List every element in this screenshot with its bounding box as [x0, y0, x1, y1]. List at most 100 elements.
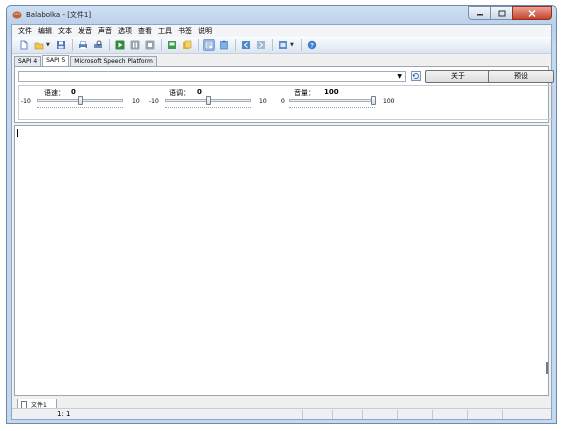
back-button[interactable]	[240, 39, 252, 51]
volume-value: 100	[324, 88, 339, 96]
rate-max-label: 10	[132, 98, 140, 105]
menu-bookmarks[interactable]: 书签	[175, 26, 195, 36]
status-divider	[502, 410, 503, 419]
pause-icon	[130, 40, 140, 50]
cursor-position: 1: 1	[57, 410, 71, 418]
save-audio-icon	[168, 41, 176, 49]
toolbar: ▼ ▼ ?	[12, 37, 551, 54]
volume-slider-thumb[interactable]	[371, 96, 376, 105]
pitch-max-label: 10	[259, 98, 267, 105]
menu-help[interactable]: 说明	[195, 26, 215, 36]
menu-pronunciation[interactable]: 发音	[75, 26, 95, 36]
stop-icon	[145, 40, 155, 50]
print-preview-icon	[94, 40, 102, 48]
pitch-slider-ticks	[165, 107, 251, 110]
selection-mode-button[interactable]	[203, 39, 215, 51]
play-icon	[115, 40, 125, 50]
voice-settings-panel: ▼ 关于 预设 语速： 0 -10 10 语调： 0 -10 10 音量： 10…	[14, 66, 554, 123]
print-icon	[79, 41, 87, 49]
open-dropdown-icon[interactable]: ▼	[46, 42, 52, 48]
volume-min-label: 0	[281, 98, 285, 105]
new-document-icon	[20, 40, 28, 50]
settings-button[interactable]	[277, 39, 289, 51]
parrot-app-icon	[12, 11, 22, 19]
chevron-down-icon: ▼	[397, 73, 402, 80]
title-bar[interactable]: Balabolka - [文件1]	[7, 6, 556, 23]
rate-value: 0	[71, 88, 76, 96]
text-caret	[17, 129, 18, 137]
vertical-scrollbar-grip[interactable]	[546, 362, 548, 374]
close-icon	[528, 9, 536, 17]
settings-dropdown-icon	[279, 41, 287, 49]
menu-text[interactable]: 文本	[55, 26, 75, 36]
rate-label: 语速：	[44, 89, 65, 97]
volume-slider[interactable]	[289, 99, 375, 102]
toolbar-separator	[161, 39, 162, 51]
selection-mode-icon	[204, 40, 214, 50]
help-button[interactable]: ?	[306, 39, 318, 51]
forward-button[interactable]	[255, 39, 267, 51]
forward-icon	[257, 41, 265, 49]
open-folder-icon	[34, 42, 44, 50]
close-button[interactable]	[512, 6, 552, 20]
clipboard-watch-button[interactable]	[218, 39, 230, 51]
rate-min-label: -10	[21, 98, 31, 105]
status-divider	[332, 410, 333, 419]
pause-button[interactable]	[129, 39, 141, 51]
refresh-icon	[412, 73, 419, 79]
rate-slider-thumb[interactable]	[78, 96, 83, 105]
convert-button[interactable]	[181, 39, 193, 51]
print-preview-button[interactable]	[92, 39, 104, 51]
about-button[interactable]: 关于	[425, 70, 491, 83]
menu-file[interactable]: 文件	[15, 26, 35, 36]
menu-edit[interactable]: 编辑	[35, 26, 55, 36]
toolbar-separator	[72, 39, 73, 51]
toolbar-separator	[109, 39, 110, 51]
menu-voice[interactable]: 声音	[95, 26, 115, 36]
convert-icon	[183, 40, 192, 49]
status-divider	[467, 410, 468, 419]
client-area: 文件 编辑 文本 发音 声音 选项 查看 工具 书签 说明 ▼ ▼ ? SAPI…	[11, 24, 554, 420]
app-window: Balabolka - [文件1] 文件 编辑 文本 发音 声音 选项 查看 工…	[6, 5, 557, 424]
status-divider	[362, 410, 363, 419]
toolbar-separator	[235, 39, 236, 51]
defaults-button[interactable]: 预设	[488, 70, 554, 83]
volume-slider-ticks	[289, 107, 375, 110]
menu-tools[interactable]: 工具	[155, 26, 175, 36]
status-divider	[397, 410, 398, 419]
save-button[interactable]	[55, 39, 67, 51]
volume-max-label: 100	[383, 98, 395, 105]
voice-refresh-button[interactable]	[411, 71, 421, 81]
text-editor[interactable]	[14, 125, 549, 396]
back-icon	[242, 41, 250, 49]
pitch-value: 0	[197, 88, 202, 96]
engine-tabs: SAPI 4 SAPI 5 Microsoft Speech Platform	[14, 55, 158, 66]
pitch-min-label: -10	[149, 98, 159, 105]
print-button[interactable]	[77, 39, 89, 51]
stop-button[interactable]	[144, 39, 156, 51]
pitch-slider-thumb[interactable]	[206, 96, 211, 105]
new-document-button[interactable]	[18, 39, 30, 51]
tab-sapi5[interactable]: SAPI 5	[42, 55, 70, 66]
open-button[interactable]	[33, 39, 45, 51]
voice-select[interactable]: ▼	[18, 71, 406, 82]
save-audio-button[interactable]	[166, 39, 178, 51]
help-icon: ?	[307, 40, 317, 49]
minimize-button[interactable]	[468, 6, 490, 20]
rate-slider-ticks	[37, 107, 123, 110]
play-button[interactable]	[114, 39, 126, 51]
menu-options[interactable]: 选项	[115, 26, 135, 36]
toolbar-separator	[272, 39, 273, 51]
window-title: Balabolka - [文件1]	[26, 11, 92, 19]
toolbar-separator	[301, 39, 302, 51]
svg-text:?: ?	[310, 42, 314, 49]
menu-view[interactable]: 查看	[135, 26, 155, 36]
tab-sapi4[interactable]: SAPI 4	[14, 56, 42, 66]
save-icon	[57, 41, 65, 49]
status-divider	[432, 410, 433, 419]
tab-speech-platform[interactable]: Microsoft Speech Platform	[70, 56, 157, 66]
volume-label: 音量：	[294, 89, 315, 97]
maximize-button[interactable]	[490, 6, 512, 20]
toolbar-separator	[198, 39, 199, 51]
settings-dropdown-arrow-icon[interactable]: ▼	[290, 42, 296, 48]
